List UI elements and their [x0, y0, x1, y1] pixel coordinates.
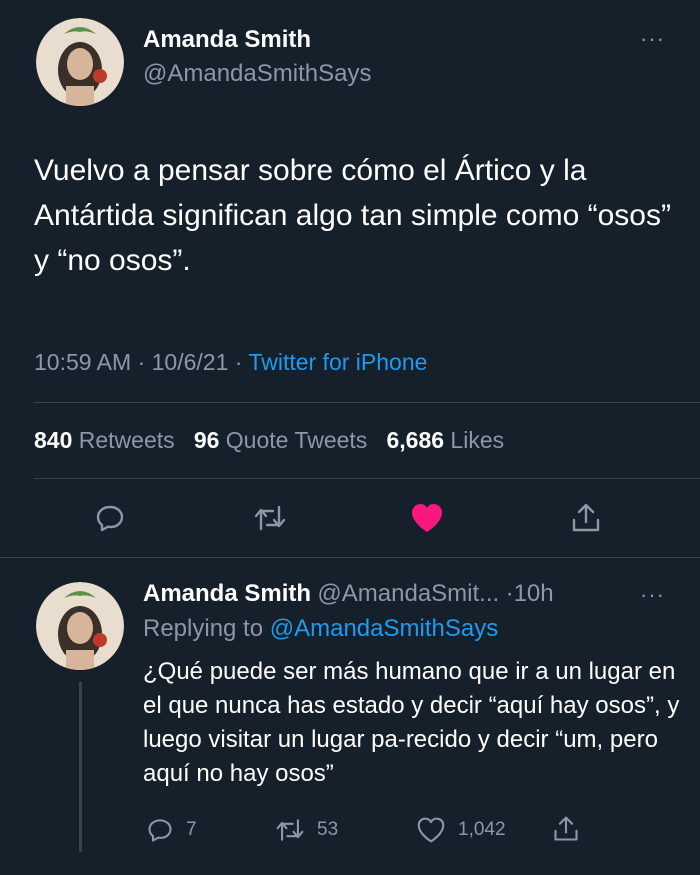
replying-to-handle[interactable]: @AmandaSmithSays: [270, 615, 498, 642]
reply-icon: [148, 819, 172, 842]
tweet-stats: 840 Retweets 96 Quote Tweets 6,686 Likes: [34, 427, 504, 454]
reply-icon: [96, 505, 124, 532]
reply-author-avatar[interactable]: [36, 582, 124, 670]
reply-author-handle[interactable]: @AmandaSmit...: [317, 580, 499, 607]
reply-button[interactable]: [88, 496, 132, 540]
divider: [34, 402, 700, 403]
quotes-label: Quote Tweets: [225, 427, 368, 453]
tweet-text: Vuelvo a pensar sobre cómo el Ártico y l…: [34, 154, 671, 277]
reply-more-options-icon[interactable]: ···: [640, 582, 665, 608]
divider: [0, 557, 700, 558]
retweet-count: 53: [317, 819, 339, 840]
share-icon: [572, 503, 600, 532]
tweet-date: 10/6/21: [151, 349, 229, 375]
likes-count: 6,686: [386, 427, 445, 453]
thread-line: [79, 682, 82, 852]
replying-to: Replying to @AmandaSmithSays: [143, 615, 498, 643]
reply-age: ·10h: [505, 580, 554, 607]
likes-label: Likes: [450, 427, 505, 453]
share-button[interactable]: [564, 496, 608, 540]
like-count: 1,042: [458, 819, 506, 840]
reply-author-name[interactable]: Amanda Smith: [143, 580, 311, 607]
likes-stat[interactable]: 6,686 Likes: [386, 427, 504, 453]
author-handle[interactable]: @AmandaSmithSays: [143, 60, 371, 88]
share-icon: [554, 816, 578, 841]
reply-header: Amanda Smith @AmandaSmit... ·10h: [143, 580, 554, 608]
reply-text: ¿Qué puede ser más humano que ir a un lu…: [143, 658, 680, 787]
tweet-time: 10:59 AM: [34, 349, 132, 375]
reply-action-like[interactable]: 1,042: [416, 816, 506, 844]
author-avatar[interactable]: [36, 18, 124, 106]
meta-separator: ·: [137, 349, 146, 375]
reply-count: 7: [186, 819, 197, 840]
quote-tweets-stat[interactable]: 96 Quote Tweets: [194, 427, 374, 453]
more-options-icon[interactable]: ···: [640, 26, 665, 52]
retweets-stat[interactable]: 840 Retweets: [34, 427, 181, 453]
retweet-icon: [276, 819, 304, 841]
meta-separator: ·: [234, 349, 243, 375]
retweets-count: 840: [34, 427, 73, 453]
tweet-source-link[interactable]: Twitter for iPhone: [248, 349, 427, 375]
reply-action-share[interactable]: [552, 814, 580, 849]
heart-outline-icon: [417, 817, 445, 843]
retweets-label: Retweets: [78, 427, 175, 453]
author-name[interactable]: Amanda Smith: [143, 26, 311, 54]
reply-action-retweet[interactable]: 53: [275, 816, 338, 844]
retweet-icon: [254, 505, 286, 531]
reply-action-reply[interactable]: 7: [146, 816, 197, 844]
divider: [34, 478, 700, 479]
tweet-meta: 10:59 AM · 10/6/21 · Twitter for iPhone: [34, 349, 427, 376]
heart-icon: [412, 504, 442, 532]
replying-to-prefix: Replying to: [143, 615, 264, 642]
like-button[interactable]: [405, 496, 449, 540]
retweet-button[interactable]: [248, 496, 292, 540]
quotes-count: 96: [193, 427, 220, 453]
